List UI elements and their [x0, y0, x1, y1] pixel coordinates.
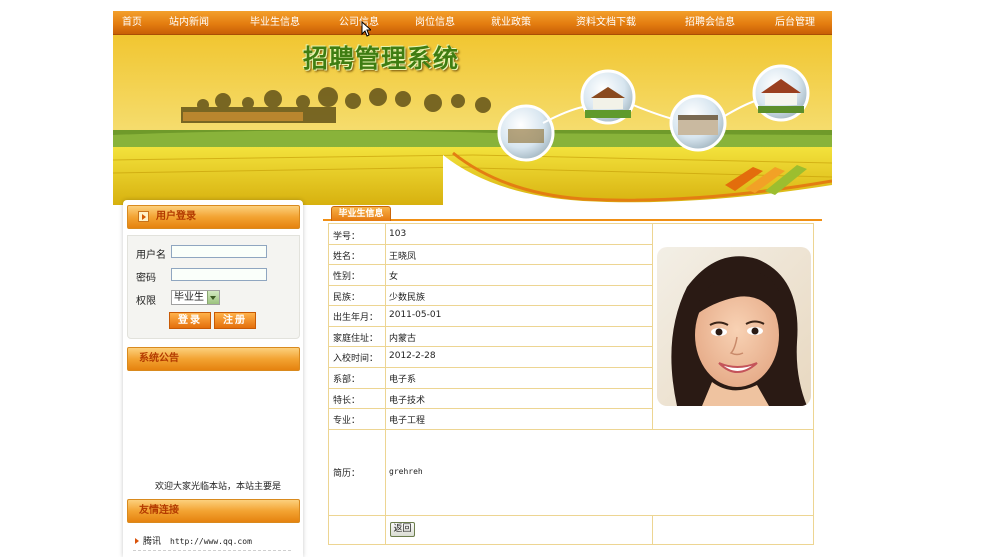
value-birth-date: 2011-05-01	[389, 310, 442, 320]
tab-underline	[323, 219, 822, 221]
nav-admin[interactable]: 后台管理	[775, 11, 815, 34]
link-name[interactable]: 腾讯	[143, 535, 161, 549]
site-title: 招聘管理系统	[303, 44, 460, 73]
divider	[329, 264, 652, 265]
login-panel-header: 用户登录	[127, 205, 300, 229]
password-label: 密码	[136, 273, 156, 284]
username-label: 用户名	[136, 250, 166, 261]
value-resume: grehreh	[389, 467, 423, 476]
graduate-detail-table: 学号： 103 姓名： 王晓凤 性别： 女 民族： 少数民族 出生年月： 201…	[328, 223, 814, 545]
divider	[329, 285, 652, 286]
divider	[329, 515, 813, 516]
label-enroll-date: 入校时间：	[333, 354, 379, 364]
label-gender: 性别：	[333, 272, 361, 282]
chevron-down-icon[interactable]	[207, 291, 219, 304]
username-input[interactable]	[171, 245, 267, 258]
divider	[329, 367, 652, 368]
value-name: 王晓凤	[389, 252, 417, 262]
landscape-illustration	[113, 35, 832, 205]
divider	[385, 224, 386, 544]
label-resume: 简历：	[333, 469, 361, 479]
tab-graduate-info[interactable]: 毕业生信息	[331, 206, 391, 221]
value-gender: 女	[389, 272, 399, 282]
nav-graduate-info[interactable]: 毕业生信息	[250, 11, 300, 34]
divider	[329, 429, 813, 430]
role-label: 权限	[136, 296, 156, 307]
label-ethnicity: 民族：	[333, 293, 361, 303]
notice-panel-title: 系统公告	[139, 353, 179, 364]
nav-home[interactable]: 首页	[122, 11, 142, 34]
login-panel-title: 用户登录	[156, 211, 196, 222]
value-enroll-date: 2012-2-28	[389, 351, 436, 361]
divider	[329, 408, 652, 409]
top-nav: 首页 站内新闻 毕业生信息 公司信息 岗位信息 就业政策 资料文档下载 招聘会信…	[113, 11, 832, 35]
value-ethnicity: 少数民族	[389, 293, 426, 303]
label-name: 姓名：	[333, 252, 361, 262]
divider	[329, 305, 652, 306]
nav-site-news[interactable]: 站内新闻	[169, 11, 209, 34]
value-student-id: 103	[389, 229, 407, 239]
label-birth-date: 出生年月：	[333, 313, 379, 323]
nav-job-info[interactable]: 岗位信息	[415, 11, 455, 34]
value-specialty: 电子技术	[389, 396, 426, 406]
role-select[interactable]: 毕业生	[171, 290, 220, 305]
nav-company-info[interactable]: 公司信息	[339, 11, 379, 34]
label-specialty: 特长：	[333, 396, 361, 406]
header-banner: 招聘管理系统	[113, 35, 832, 205]
role-selected-value: 毕业生	[174, 292, 204, 303]
links-panel-title: 友情连接	[139, 505, 179, 516]
notice-panel-header: 系统公告	[127, 347, 300, 371]
link-url[interactable]: http://www.qq.com	[170, 535, 252, 549]
nav-employment-policy[interactable]: 就业政策	[491, 11, 531, 34]
arrow-right-icon	[138, 211, 149, 222]
left-sidebar: 用户登录 用户名 密码 权限 毕业生 登录 注册 系统公告 欢迎大家光临本站，本…	[123, 200, 303, 557]
label-department: 系部：	[333, 375, 361, 385]
label-home-address: 家庭住址：	[333, 334, 379, 344]
links-panel-header: 友情连接	[127, 499, 300, 523]
student-photo	[657, 247, 811, 406]
password-input[interactable]	[171, 268, 267, 281]
nav-job-fair-info[interactable]: 招聘会信息	[685, 11, 735, 34]
notice-text: 欢迎大家光临本站，本站主要是	[155, 482, 282, 492]
value-home-address: 内蒙古	[389, 334, 417, 344]
divider	[652, 224, 653, 430]
divider	[652, 515, 653, 544]
login-form: 用户名 密码 权限 毕业生 登录 注册	[127, 235, 300, 339]
divider	[133, 550, 291, 551]
divider	[329, 326, 652, 327]
login-button[interactable]: 登录	[169, 312, 211, 329]
back-button[interactable]: 返回	[390, 522, 415, 537]
friend-links-list: 腾讯 http://www.qq.com	[133, 535, 293, 551]
portrait-illustration	[657, 247, 811, 406]
bullet-arrow-icon	[135, 538, 139, 544]
mouse-cursor-icon	[361, 21, 371, 37]
divider	[329, 346, 652, 347]
label-student-id: 学号：	[333, 232, 361, 242]
label-major: 专业：	[333, 416, 361, 426]
list-item[interactable]: 腾讯 http://www.qq.com	[133, 535, 293, 551]
value-department: 电子系	[389, 375, 417, 385]
divider	[329, 388, 652, 389]
value-major: 电子工程	[389, 416, 426, 426]
divider	[329, 244, 652, 245]
nav-document-download[interactable]: 资料文档下载	[576, 11, 636, 34]
register-button[interactable]: 注册	[214, 312, 256, 329]
